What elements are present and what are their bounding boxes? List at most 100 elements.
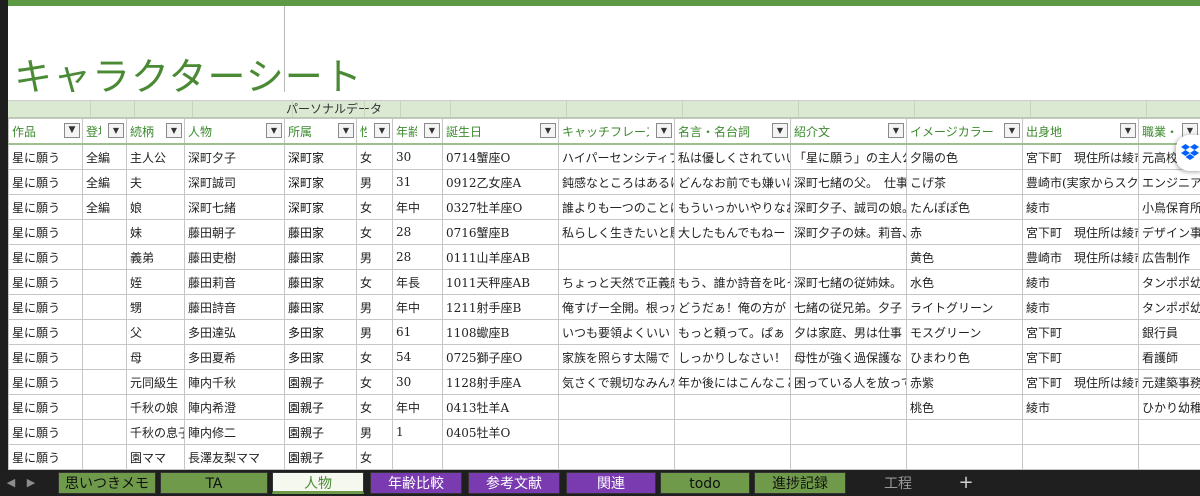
table-cell[interactable]: 宮下町: [1022, 319, 1139, 345]
table-cell[interactable]: [1138, 444, 1200, 470]
table-cell[interactable]: 綾市: [1022, 269, 1139, 295]
table-cell[interactable]: 甥: [126, 294, 185, 320]
table-cell[interactable]: 千秋の娘: [126, 394, 185, 420]
column-header[interactable]: 作品 ▼: [8, 118, 83, 145]
table-cell[interactable]: [558, 444, 675, 470]
table-cell[interactable]: [82, 344, 127, 370]
table-cell[interactable]: もう、誰か詩音を叱って: [674, 269, 791, 295]
table-cell[interactable]: 鈍感なところはあるけど: [558, 169, 675, 195]
table-cell[interactable]: 星に願う: [8, 394, 83, 420]
table-cell[interactable]: 女: [356, 394, 393, 420]
table-cell[interactable]: [1022, 419, 1139, 445]
sheet-tab[interactable]: 参考文献: [468, 472, 560, 494]
column-header[interactable]: 人物 ▼: [184, 118, 285, 145]
table-cell[interactable]: 全編: [82, 143, 127, 170]
column-header[interactable]: 性▼: [356, 118, 393, 145]
table-cell[interactable]: どうだぁ！俺の方が: [674, 294, 791, 320]
table-cell[interactable]: 0413牡羊A: [442, 394, 559, 420]
table-cell[interactable]: こげ茶: [906, 169, 1023, 195]
table-cell[interactable]: 藤田家: [284, 219, 357, 245]
column-header[interactable]: 登場 ▼: [82, 118, 127, 145]
table-cell[interactable]: [674, 419, 791, 445]
table-cell[interactable]: [1022, 444, 1139, 470]
table-cell[interactable]: 深町誠司: [184, 169, 285, 195]
table-cell[interactable]: 0725獅子座O: [442, 344, 559, 370]
table-cell[interactable]: 私らしく生きたいと願う: [558, 219, 675, 245]
table-cell[interactable]: 姪: [126, 269, 185, 295]
table-cell[interactable]: 家族を照らす太陽で: [558, 344, 675, 370]
table-cell[interactable]: 綾市: [1022, 194, 1139, 220]
table-cell[interactable]: 小鳥保育所: [1138, 194, 1200, 220]
table-cell[interactable]: [392, 444, 443, 470]
sheet-tab[interactable]: todo: [660, 472, 750, 494]
column-header[interactable]: キャッチフレーズ ▼: [558, 118, 675, 145]
table-cell[interactable]: いつも要領よくいい: [558, 319, 675, 345]
chevron-down-icon[interactable]: ▼: [266, 123, 282, 138]
table-cell[interactable]: 俺すげー全開。根っから: [558, 294, 675, 320]
table-cell[interactable]: [82, 394, 127, 420]
table-cell[interactable]: 年中: [392, 294, 443, 320]
table-cell[interactable]: 綾市: [1022, 394, 1139, 420]
table-cell[interactable]: 星に願う: [8, 319, 83, 345]
sheet-tab[interactable]: 年齢比較: [370, 472, 462, 494]
table-cell[interactable]: 28: [392, 244, 443, 270]
table-cell[interactable]: [558, 244, 675, 270]
chevron-down-icon[interactable]: ▼: [166, 123, 182, 138]
table-cell[interactable]: [674, 394, 791, 420]
table-cell[interactable]: 母性が強く過保護な: [790, 344, 907, 370]
sheet-tab[interactable]: TA: [160, 472, 268, 494]
table-cell[interactable]: ひかり幼稚: [1138, 394, 1200, 420]
table-cell[interactable]: 娘: [126, 194, 185, 220]
table-cell[interactable]: [906, 419, 1023, 445]
table-cell[interactable]: 千秋の息子: [126, 419, 185, 445]
table-cell[interactable]: 宮下町 現住所は綾市: [1022, 369, 1139, 395]
table-cell[interactable]: [82, 244, 127, 270]
table-cell[interactable]: 元建築事務: [1138, 369, 1200, 395]
chevron-down-icon[interactable]: ▼: [424, 123, 440, 138]
table-cell[interactable]: [674, 244, 791, 270]
table-cell[interactable]: エンジニア: [1138, 169, 1200, 195]
table-cell[interactable]: ちょっと天然で正義感: [558, 269, 675, 295]
table-cell[interactable]: 男: [356, 419, 393, 445]
table-cell[interactable]: 女: [356, 269, 393, 295]
table-cell[interactable]: 星に願う: [8, 419, 83, 445]
table-cell[interactable]: 豊崎市 現住所は綾市: [1022, 244, 1139, 270]
table-cell[interactable]: 豊崎市(実家からスク: [1022, 169, 1139, 195]
column-header[interactable]: 年齢 ▼: [392, 118, 443, 145]
table-cell[interactable]: 年中: [392, 194, 443, 220]
table-cell[interactable]: 深町家: [284, 194, 357, 220]
table-cell[interactable]: 女: [356, 219, 393, 245]
table-cell[interactable]: 藤田詩音: [184, 294, 285, 320]
table-cell[interactable]: モスグリーン: [906, 319, 1023, 345]
table-cell[interactable]: 藤田莉音: [184, 269, 285, 295]
table-cell[interactable]: 水色: [906, 269, 1023, 295]
table-cell[interactable]: 黄色: [906, 244, 1023, 270]
add-sheet-button[interactable]: +: [955, 472, 977, 494]
table-cell[interactable]: 多田家: [284, 344, 357, 370]
table-cell[interactable]: 年中: [392, 394, 443, 420]
table-cell[interactable]: タンポポ幼: [1138, 294, 1200, 320]
table-cell[interactable]: 星に願う: [8, 294, 83, 320]
chevron-down-icon[interactable]: ▼: [1004, 123, 1020, 138]
table-cell[interactable]: 星に願う: [8, 444, 83, 470]
sheet-tab[interactable]: 関連: [566, 472, 656, 494]
table-cell[interactable]: 園親子: [284, 444, 357, 470]
table-cell[interactable]: 夕陽の色: [906, 143, 1023, 170]
table-cell[interactable]: 陣内修二: [184, 419, 285, 445]
table-cell[interactable]: 男: [356, 319, 393, 345]
table-cell[interactable]: 女: [356, 143, 393, 170]
sheet-tab[interactable]: 人物: [272, 472, 364, 494]
column-header[interactable]: 紹介文 ▼: [790, 118, 907, 145]
table-cell[interactable]: 園親子: [284, 369, 357, 395]
table-cell[interactable]: 夫: [126, 169, 185, 195]
column-header[interactable]: 誕生日 ▼: [442, 118, 559, 145]
table-cell[interactable]: [82, 219, 127, 245]
table-cell[interactable]: 61: [392, 319, 443, 345]
table-cell[interactable]: 男: [356, 294, 393, 320]
table-cell[interactable]: 銀行員: [1138, 319, 1200, 345]
dropbox-float-button[interactable]: [1176, 135, 1200, 171]
table-cell[interactable]: 全編: [82, 194, 127, 220]
table-cell[interactable]: 綾市: [1022, 294, 1139, 320]
table-cell[interactable]: 星に願う: [8, 219, 83, 245]
table-cell[interactable]: 広告制作: [1138, 244, 1200, 270]
